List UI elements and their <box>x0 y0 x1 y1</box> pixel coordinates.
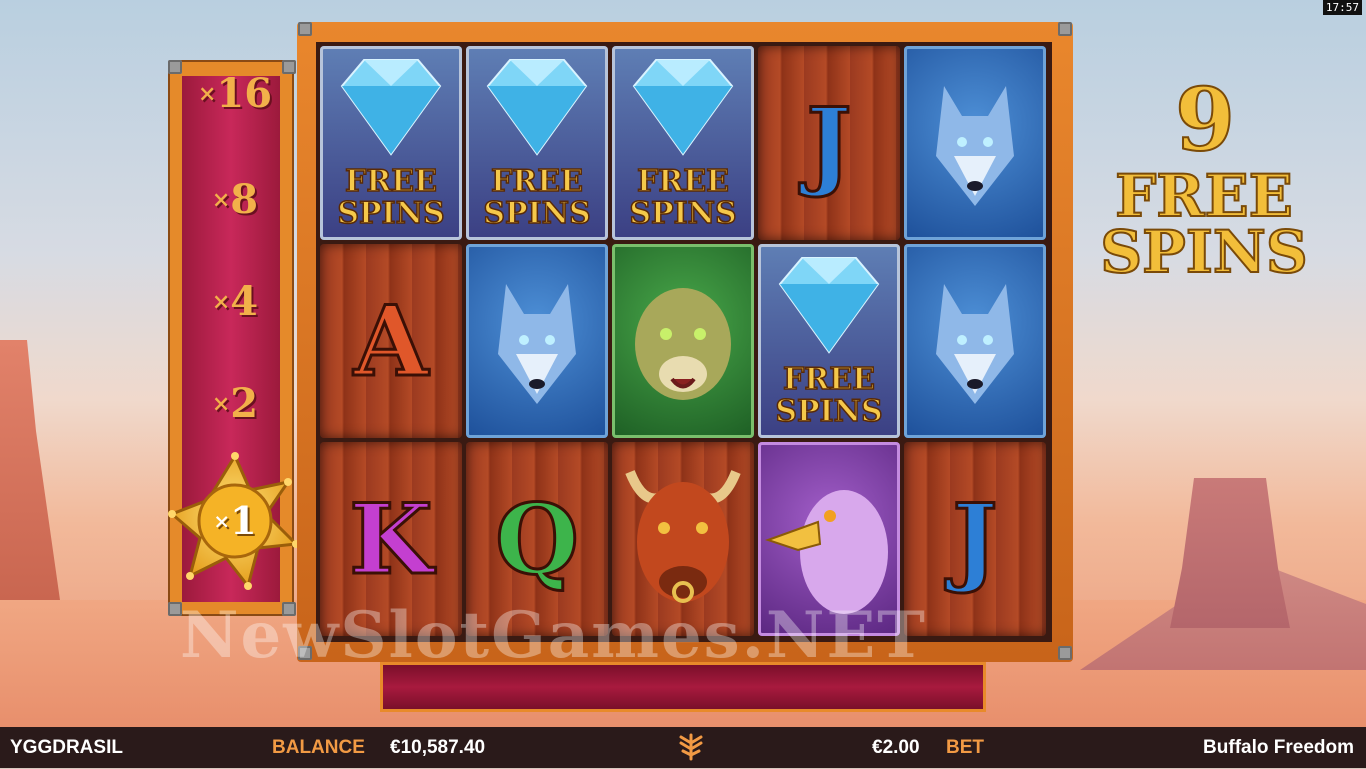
balance-label: BALANCE <box>272 737 365 758</box>
balance-value: €10,587.40 <box>390 737 486 758</box>
multiplier-x2: ×2 <box>211 380 259 427</box>
bolt-icon <box>1058 22 1072 36</box>
symbol-wolf <box>904 244 1046 438</box>
free-spins-title-line2: SPINS <box>1099 218 1309 286</box>
symbol-diamond-free-spins: FREE SPINS <box>466 46 608 240</box>
free-spins-title: FREE SPINS <box>1094 162 1314 286</box>
free-spins-line1: FREE <box>344 164 437 199</box>
symbol-letter: J <box>805 85 853 201</box>
multiplier-x16: ×16 <box>197 70 273 117</box>
message-bar <box>380 662 986 712</box>
free-spins-line1: FREE <box>782 362 875 397</box>
symbol-letter-a: A <box>320 244 462 438</box>
bolt-icon <box>282 60 296 74</box>
free-spins-line2: SPINS <box>629 196 738 231</box>
multiplier-x8: ×8 <box>211 176 259 223</box>
free-spins-line2: SPINS <box>337 196 446 231</box>
symbol-wolf <box>904 46 1046 240</box>
system-clock: 17:57 <box>1322 0 1362 15</box>
bottom-bar: YGGDRASIL BALANCE €10,587.40 €2.00 BET B… <box>0 727 1366 768</box>
free-spins-line1: FREE <box>490 164 583 199</box>
symbol-diamond-free-spins: FREE SPINS <box>320 46 462 240</box>
free-spins-title-line1: FREE <box>1114 162 1294 230</box>
game-title: Buffalo Freedom <box>1203 737 1354 758</box>
free-spins-line2: SPINS <box>483 196 592 231</box>
free-spins-line1: FREE <box>636 164 729 199</box>
yggdrasil-logo-icon[interactable] <box>675 731 707 769</box>
provider-brand: YGGDRASIL <box>10 737 123 758</box>
active-multiplier-x1: ×1 <box>213 498 257 543</box>
free-spins-line2: SPINS <box>775 394 884 429</box>
symbol-diamond-free-spins: FREE SPINS <box>612 46 754 240</box>
bet-value: €2.00 <box>872 737 920 758</box>
free-spins-count: 9 <box>1174 69 1236 172</box>
bolt-icon <box>1058 646 1072 660</box>
bolt-icon <box>298 22 312 36</box>
bolt-icon <box>168 60 182 74</box>
symbol-letter-j: J <box>758 46 900 240</box>
symbol-cougar <box>612 244 754 438</box>
symbol-letter: A <box>352 283 429 399</box>
wolf-icon <box>498 284 576 404</box>
multiplier-x4: ×4 <box>211 278 259 325</box>
symbol-wolf <box>466 244 608 438</box>
cougar-icon <box>635 288 731 400</box>
bet-label: BET <box>946 737 984 758</box>
wolf-icon <box>936 284 1014 404</box>
wolf-icon <box>936 86 1014 206</box>
symbol-diamond-free-spins: FREE SPINS <box>758 244 900 438</box>
